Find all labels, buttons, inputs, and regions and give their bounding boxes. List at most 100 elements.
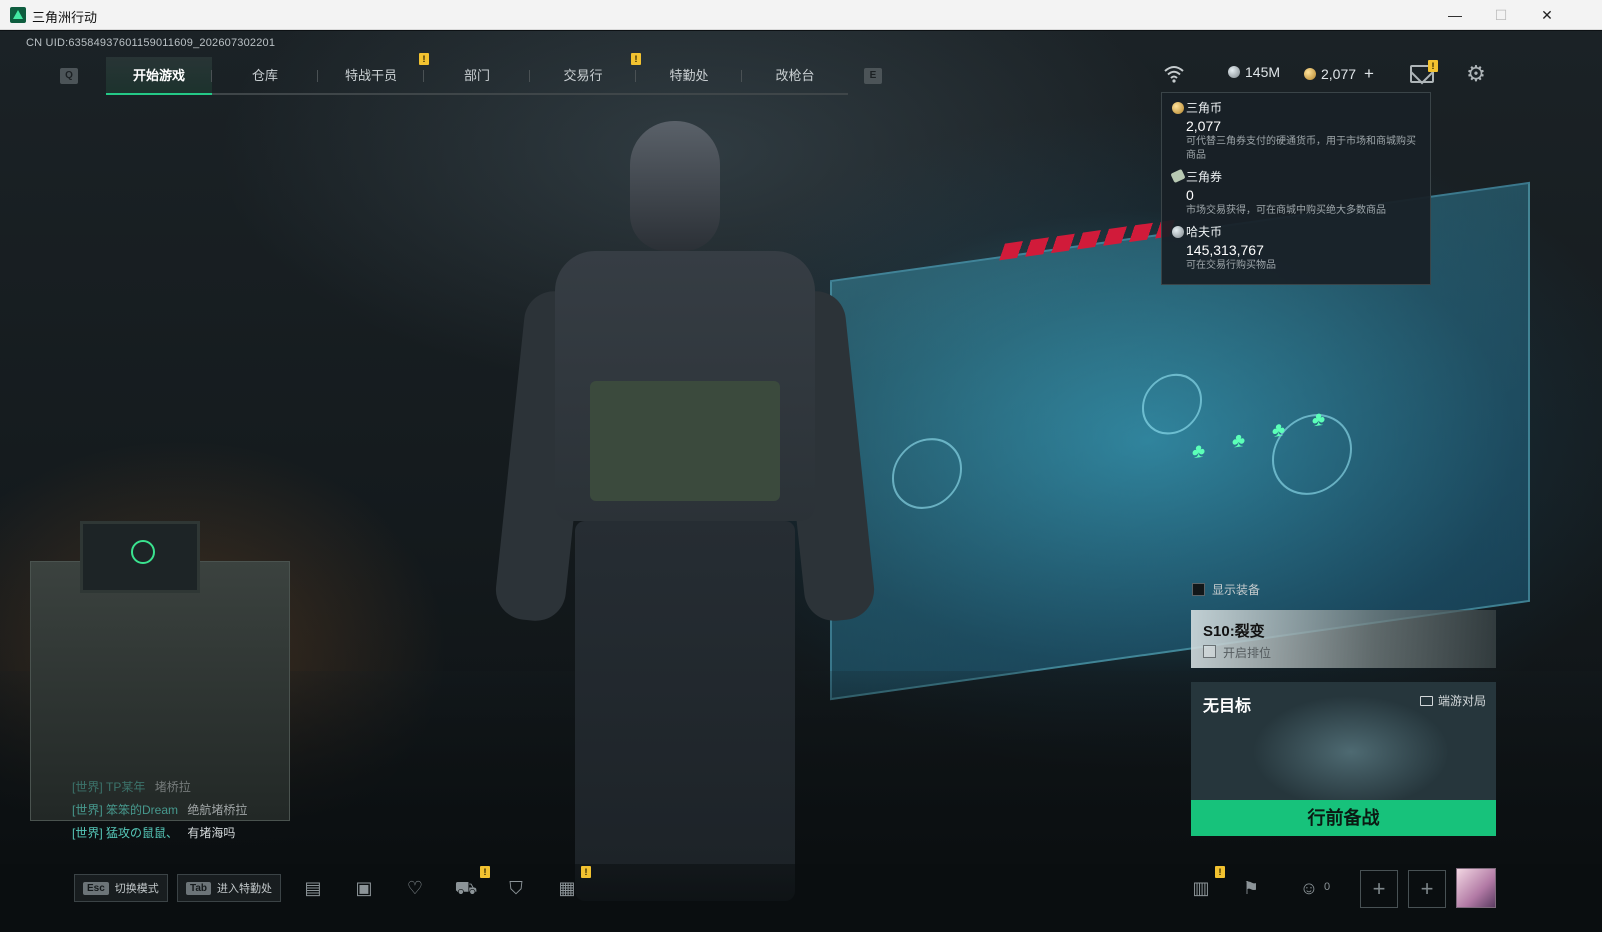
chat-message: [世界] 猛攻の鼠鼠、 有堵海吗 — [72, 822, 247, 845]
hafu-balance-value: 145M — [1245, 64, 1281, 80]
chat-message: [世界] TP某年 堵桥拉 — [72, 776, 247, 799]
currency-value: 145,313,767 — [1186, 242, 1264, 258]
tab-label: 改枪台 — [775, 68, 815, 83]
clover-icon: ♣ — [1272, 418, 1286, 443]
switch-mode-hint[interactable]: Esc 切换模式 — [74, 874, 168, 902]
chat-sender[interactable]: 笨笨的Dream — [106, 803, 178, 817]
silver-coin-icon — [1172, 226, 1184, 238]
avatar[interactable] — [1456, 868, 1496, 908]
chat-channel: [世界] — [72, 780, 103, 794]
tab-gunsmith[interactable]: 改枪台 — [742, 57, 848, 95]
shop-icon[interactable]: ⛟ — [453, 876, 479, 900]
silver-coin-icon — [1228, 66, 1240, 78]
ticket-icon — [1170, 168, 1186, 184]
window-titlebar: 三角洲行动 — ☐ ✕ — [0, 0, 1602, 30]
world-chat[interactable]: [世界] TP某年 堵桥拉 [世界] 笨笨的Dream 绝航堵桥拉 [世界] 猛… — [72, 776, 247, 845]
invite-slot-button[interactable]: + — [1360, 870, 1398, 908]
flag-icon[interactable]: ⚑ — [1238, 876, 1264, 900]
tab-operators[interactable]: 特战干员! — [318, 53, 429, 95]
currency-item: 三角币 2,077 可代替三角券支付的硬通货币，用于市场和商城购买商品 — [1172, 99, 1420, 163]
currency-item: 哈夫币 145,313,767 可在交易行购买物品 — [1172, 223, 1420, 273]
currency-desc: 可代替三角券支付的硬通货币，用于市场和商城购买商品 — [1186, 136, 1416, 161]
show-equipment-toggle[interactable]: 显示装备 — [1192, 581, 1260, 598]
nav-prev-key[interactable]: Q — [60, 68, 78, 84]
prepare-button[interactable]: 行前备战 — [1191, 800, 1496, 836]
currency-item: 三角券 0 市场交易获得，可在商城中购买绝大多数商品 — [1170, 168, 1420, 218]
season-title: S10:裂变 — [1203, 623, 1265, 640]
gold-coin-icon — [1304, 68, 1316, 80]
mail-alert-badge: ! — [1428, 60, 1438, 72]
chat-sender[interactable]: TP某年 — [106, 780, 145, 794]
shop-alert-badge: ! — [480, 866, 490, 878]
operator-character — [492, 121, 878, 901]
player-uid: CN UID:6358493760115901160​9_20260730220… — [26, 37, 276, 49]
tab-label: 部门 — [463, 68, 490, 83]
tab-special-ops[interactable]: 特勤处! — [631, 53, 742, 95]
season-card[interactable]: S10:裂变 开启排位 — [1191, 610, 1496, 668]
currency-popover: 三角币 2,077 可代替三角券支付的硬通货币，用于市场和商城购买商品 三角券 … — [1161, 92, 1431, 285]
tab-start-game[interactable]: 开始游戏 — [106, 57, 212, 95]
chat-text: 绝航堵桥拉 — [187, 803, 248, 817]
sanjiao-balance[interactable]: 2,077 + — [1304, 64, 1374, 84]
show-equipment-checkbox[interactable] — [1192, 583, 1205, 596]
tab-label: 交易行 — [563, 68, 603, 83]
currency-desc: 可在交易行购买物品 — [1186, 260, 1276, 271]
gear-icon[interactable]: ⚙ — [1464, 62, 1488, 86]
currency-value: 2,077 — [1186, 118, 1222, 134]
tab-label: 仓库 — [251, 68, 278, 83]
minimize-button[interactable]: — — [1432, 0, 1478, 30]
tab-alert-badge: ! — [631, 53, 641, 65]
holo-ring — [892, 433, 962, 514]
gold-coin-icon — [1172, 102, 1184, 114]
tab-warehouse[interactable]: 仓库 — [212, 57, 318, 95]
hafu-balance[interactable]: 145M — [1228, 64, 1280, 80]
tab-label: 开始游戏 — [132, 68, 185, 83]
tab-label: 特勤处 — [669, 68, 709, 83]
chat-sender[interactable]: 猛攻の鼠鼠、 — [106, 826, 178, 840]
chat-channel: [世界] — [72, 826, 103, 840]
terminal-monitor — [80, 521, 200, 593]
currency-name: 三角币 — [1186, 101, 1223, 115]
ranked-checkbox[interactable] — [1203, 645, 1216, 658]
tab-trading[interactable]: 交易行 — [530, 57, 636, 95]
badge-icon[interactable]: ⛉ — [503, 876, 529, 900]
switch-mode-label: 切换模式 — [114, 883, 159, 895]
chat-text: 有堵海吗 — [187, 826, 236, 840]
monitor-icon — [1419, 695, 1433, 706]
top-nav: Q 开始游戏 仓库 特战干员! 部门 交易行 特勤处! 改枪台 E — [60, 53, 882, 96]
tab-label: 特战干员 — [344, 68, 397, 83]
calendar-icon[interactable]: ▦ — [554, 876, 580, 900]
chat-message: [世界] 笨笨的Dream 绝航堵桥拉 — [72, 799, 247, 822]
calendar-alert-badge: ! — [581, 866, 591, 878]
currency-desc: 市场交易获得，可在商城中购买绝大多数商品 — [1186, 205, 1386, 216]
maximize-button[interactable]: ☐ — [1478, 0, 1524, 30]
clover-icon: ♣ — [1312, 407, 1326, 432]
gift-icon[interactable]: ▣ — [351, 876, 377, 900]
chat-icon[interactable]: ▤ — [300, 876, 326, 900]
operator-legs — [575, 521, 795, 901]
red-warning-strip — [999, 219, 1175, 261]
nav-next-key[interactable]: E — [864, 68, 882, 84]
esc-key: Esc — [83, 881, 109, 895]
currency-name: 哈夫币 — [1186, 225, 1223, 239]
map-select-card[interactable]: 无目标 端游对局 — [1191, 682, 1496, 800]
enter-special-ops-label: 进入特勤处 — [217, 883, 273, 895]
stats-icon[interactable]: ▥ — [1188, 876, 1214, 900]
add-currency-button[interactable]: + — [1364, 64, 1374, 84]
tab-department[interactable]: 部门 — [424, 57, 530, 95]
tab-key: Tab — [186, 881, 212, 895]
close-button[interactable]: ✕ — [1524, 0, 1570, 30]
match-mode: 端游对局 — [1419, 692, 1486, 709]
show-equipment-label: 显示装备 — [1212, 583, 1261, 597]
invite-slot-button[interactable]: + — [1408, 870, 1446, 908]
friends-count: 0 — [1324, 881, 1331, 893]
enter-special-ops-hint[interactable]: Tab 进入特勤处 — [177, 874, 282, 902]
currency-value: 0 — [1186, 187, 1194, 203]
operator-vest — [590, 381, 780, 501]
app-logo-icon — [10, 7, 26, 23]
currency-name: 三角券 — [1186, 170, 1223, 184]
friends-icon[interactable]: ☺ — [1296, 876, 1322, 900]
operator-head — [630, 121, 720, 251]
shield-heart-icon[interactable]: ♡ — [402, 876, 428, 900]
clover-icon: ♣ — [1232, 428, 1246, 453]
